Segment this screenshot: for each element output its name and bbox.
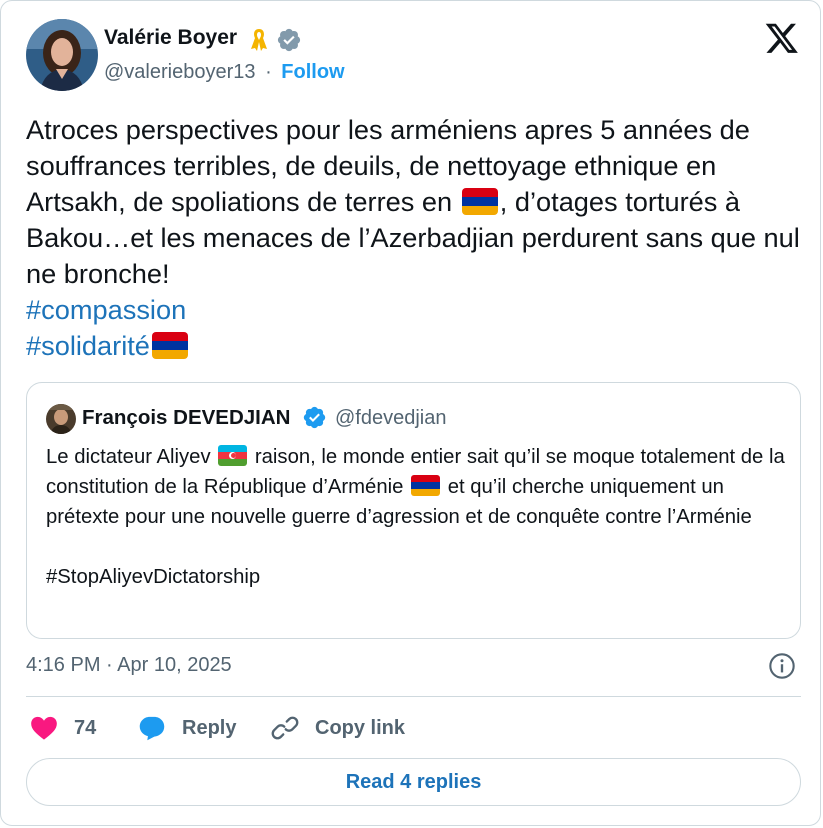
read-replies-label: Read 4 replies [345,770,482,793]
armenia-flag-icon [411,475,441,496]
author-avatar[interactable] [26,19,98,91]
reply-label: Reply [182,716,237,739]
author-name[interactable]: Valérie Boyer [104,26,237,50]
copy-link-button[interactable]: Copy link [271,712,405,744]
separator-dot: · [265,61,272,83]
quoted-hashtag: #StopAliyevDictatorship [46,566,261,588]
quoted-author-handle[interactable]: @fdevedjian [335,407,446,430]
hashtag-solidarite[interactable]: #solidarité [26,330,150,361]
tweet-timestamp[interactable]: 4:16 PM · Apr 10, 2025 [26,654,232,677]
info-icon[interactable] [768,652,796,680]
follow-button[interactable]: Follow [281,61,344,83]
read-replies-button[interactable]: Read 4 replies [26,758,801,806]
reply-button[interactable]: Reply [138,712,236,744]
author-handle-row: @valerieboyer13 · Follow [104,61,345,84]
azerbaijan-flag-icon [218,445,248,466]
quoted-tweet-text: Le dictateur Aliyev raison, le monde ent… [46,442,791,592]
armenia-flag-icon [151,332,188,359]
hashtag-compassion[interactable]: #compassion [26,294,186,325]
divider [26,696,801,697]
verified-badge-icon [303,406,326,429]
quoted-author-name[interactable]: François DEVEDJIAN [82,406,290,430]
like-button[interactable]: 74 [30,712,96,744]
ribbon-icon [251,29,267,51]
tweet-card: Valérie Boyer @valerieboyer13 · Follow A… [0,0,821,826]
quoted-author-avatar[interactable] [46,404,76,434]
copy-link-label: Copy link [315,716,406,739]
hashtag-link[interactable]: #compassion [26,292,806,328]
quoted-text-part1: Le dictateur Aliyev [46,446,211,468]
armenia-flag-icon [461,188,498,215]
verified-badge-icon [277,28,301,52]
author-handle[interactable]: @valerieboyer13 [104,61,256,83]
heart-icon [31,716,57,740]
like-count: 74 [74,716,97,739]
tweet-text: Atroces perspectives pour les arméniens … [26,112,806,364]
link-icon [271,716,299,740]
hashtag-link[interactable]: #solidarité [26,328,806,364]
quoted-tweet[interactable]: François DEVEDJIAN @fdevedjian Le dictat… [26,382,801,639]
reply-bubble-icon [139,716,165,741]
x-logo-icon[interactable] [764,23,800,55]
